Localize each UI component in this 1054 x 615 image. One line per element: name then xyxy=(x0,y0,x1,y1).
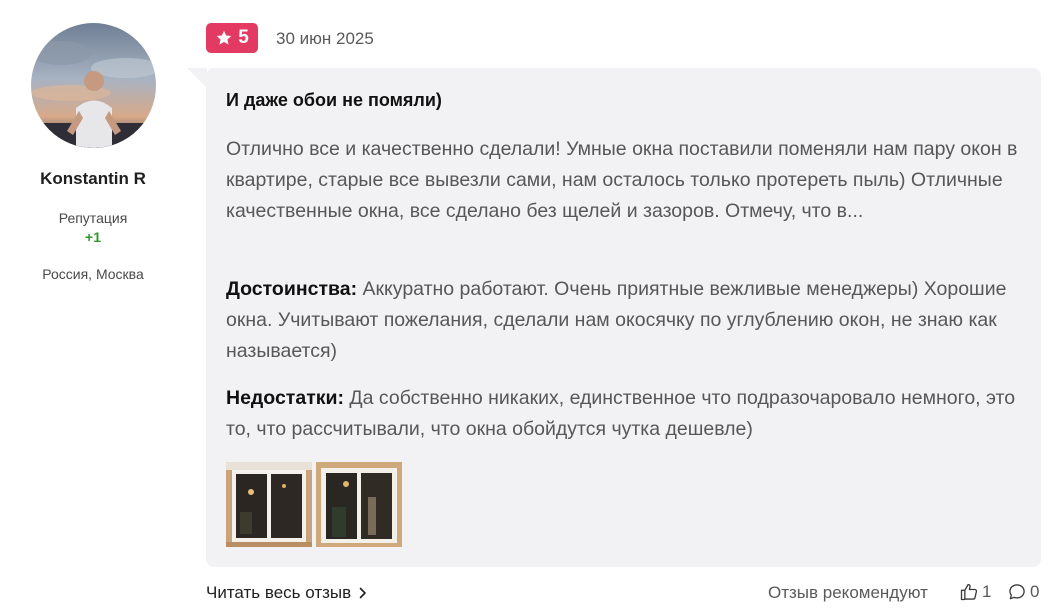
pros-label: Достоинства: xyxy=(226,278,358,300)
read-more-label: Читать весь отзыв xyxy=(206,583,352,602)
star-icon xyxy=(215,29,233,47)
cons-label: Недостатки: xyxy=(226,387,344,409)
review-photo-2[interactable] xyxy=(316,462,402,547)
chevron-right-icon xyxy=(359,587,367,599)
recommend-label: Отзыв рекомендуют xyxy=(768,583,928,602)
avatar[interactable] xyxy=(31,23,156,148)
reputation-label: Репутация xyxy=(58,210,128,226)
review-text: Отлично все и качественно сделали! Умные… xyxy=(226,138,1018,222)
read-full-review-link[interactable]: Читать весь отзыв xyxy=(206,583,367,603)
like-button[interactable]: 1 xyxy=(959,582,991,602)
like-count: 1 xyxy=(982,582,992,601)
author-name[interactable]: Konstantin R xyxy=(0,169,186,189)
reputation-value: +1 xyxy=(85,229,101,245)
review-date: 30 июн 2025 xyxy=(276,29,374,48)
rating-value: 5 xyxy=(238,27,249,48)
review-photo-1[interactable] xyxy=(226,462,312,547)
comment-button[interactable]: 0 xyxy=(1007,582,1039,602)
review-title: И даже обои не помяли) xyxy=(226,90,442,110)
comment-icon xyxy=(1007,582,1027,602)
cons-text: Да собственно никаких, единственное что … xyxy=(226,387,1016,440)
review-cons: Недостатки: Да собственно никаких, единс… xyxy=(226,383,1026,445)
rating-badge: 5 xyxy=(206,23,258,53)
review-pros: Достоинства: Аккуратно работают. Очень п… xyxy=(226,274,1026,367)
author-location: Россия, Москва xyxy=(42,266,144,282)
thumbs-up-icon xyxy=(959,582,979,602)
comment-count: 0 xyxy=(1030,582,1040,601)
bubble-tail xyxy=(187,68,207,88)
